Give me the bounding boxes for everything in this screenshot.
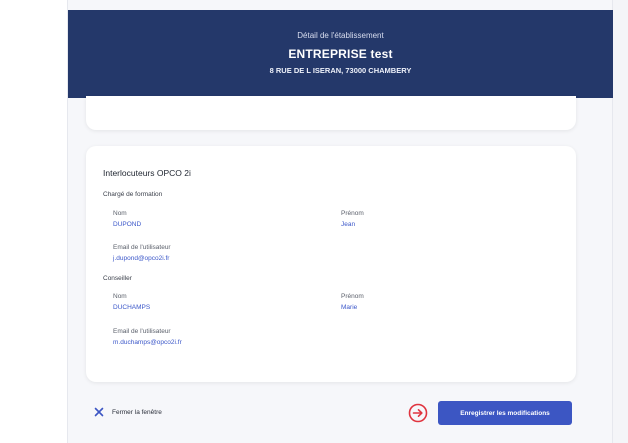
charge-formation-label: Chargé de formation	[103, 191, 163, 198]
page: Détail de l'établissement ENTREPRISE tes…	[0, 0, 628, 443]
previous-card	[86, 96, 576, 130]
close-window-button[interactable]: Fermer la fenêtre	[94, 405, 162, 419]
conseiller-prenom-label: Prénom	[341, 293, 364, 300]
charge-nom-label: Nom	[113, 210, 127, 217]
left-margin	[0, 0, 68, 443]
establishment-detail-modal: Détail de l'établissement ENTREPRISE tes…	[68, 0, 613, 443]
conseiller-prenom-value: Marie	[341, 304, 358, 311]
modal-header: Détail de l'établissement ENTREPRISE tes…	[68, 10, 613, 98]
conseiller-email-value[interactable]: m.duchamps@opco2i.fr	[113, 339, 182, 346]
interlocuteurs-card: Interlocuteurs OPCO 2i Chargé de formati…	[86, 146, 576, 382]
conseiller-label: Conseiller	[103, 275, 132, 282]
save-changes-button[interactable]: Enregistrer les modifications	[438, 401, 572, 425]
modal-footer: Fermer la fenêtre Enregistrer les modifi…	[68, 395, 613, 435]
conseiller-email-label: Email de l'utilisateur	[113, 328, 171, 335]
charge-email-value[interactable]: j.dupond@opco2i.fr	[113, 255, 169, 262]
charge-nom-value: DUPOND	[113, 221, 142, 228]
company-name: ENTREPRISE test	[288, 47, 393, 61]
interlocuteurs-title: Interlocuteurs OPCO 2i	[103, 168, 191, 178]
conseiller-nom-label: Nom	[113, 293, 127, 300]
company-address: 8 RUE DE L ISERAN, 73000 CHAMBERY	[269, 66, 412, 75]
charge-prenom-value: Jean	[341, 221, 356, 228]
close-icon	[94, 407, 104, 417]
conseiller-nom-value: DUCHAMPS	[113, 304, 151, 311]
close-window-label: Fermer la fenêtre	[112, 408, 162, 416]
arrow-right-circle-icon	[408, 403, 428, 423]
charge-email-label: Email de l'utilisateur	[113, 244, 171, 251]
charge-prenom-label: Prénom	[341, 210, 364, 217]
header-subtitle: Détail de l'établissement	[297, 31, 384, 40]
